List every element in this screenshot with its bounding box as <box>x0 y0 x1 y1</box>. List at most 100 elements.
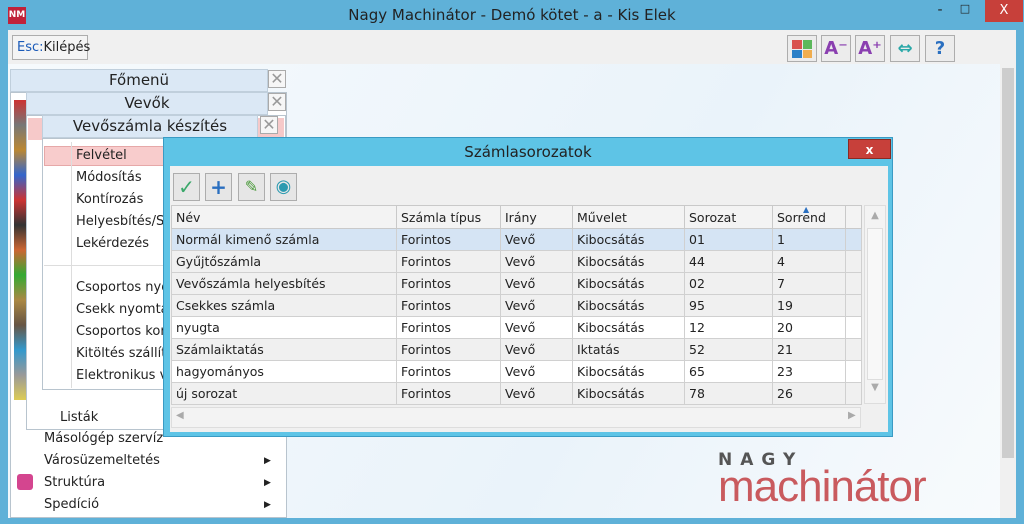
cell-type: Forintos <box>396 360 501 383</box>
add-button[interactable]: + <box>205 173 232 201</box>
cell-series: 65 <box>684 360 773 383</box>
cell-direction: Vevő <box>500 250 573 273</box>
col-sorrend[interactable]: ▲ Sorrend <box>772 205 846 229</box>
close-button[interactable]: X <box>985 0 1023 22</box>
table-vertical-scrollbar[interactable]: ▲ ▼ <box>864 205 886 404</box>
cell-direction: Vevő <box>500 228 573 251</box>
cell-name: új sorozat <box>171 382 397 405</box>
cell-type: Forintos <box>396 338 501 361</box>
cell-name: hagyományos <box>171 360 397 383</box>
submenu-elektronikus[interactable]: Elektronikus v <box>76 366 167 386</box>
menu-varosuzemeltetes[interactable]: Városüzemeltetés <box>44 450 160 472</box>
col-irany[interactable]: Irány <box>500 205 573 229</box>
scroll-up-icon[interactable]: ▲ <box>865 206 885 226</box>
cell-series: 95 <box>684 294 773 317</box>
cell-type: Forintos <box>396 272 501 295</box>
submenu-separator <box>44 265 164 266</box>
table-horizontal-scrollbar[interactable]: ◀ ▶ <box>171 407 861 428</box>
cell-name: nyugta <box>171 316 397 339</box>
scroll-down-icon[interactable]: ▼ <box>865 382 885 393</box>
cell-series: 78 <box>684 382 773 405</box>
submenu-kontirozas[interactable]: Kontírozás <box>76 190 143 210</box>
cell-order: 26 <box>772 382 846 405</box>
cell-filler <box>845 316 862 339</box>
cell-direction: Vevő <box>500 382 573 405</box>
font-decrease-button[interactable]: A⁻ <box>821 35 851 62</box>
col-sorozat[interactable]: Sorozat <box>684 205 773 229</box>
table-row[interactable]: hagyományos Forintos Vevő Kibocsátás 65 23 <box>171 360 862 383</box>
col-sorrend-label: Sorrend <box>777 209 826 225</box>
scroll-right-icon[interactable]: ▶ <box>848 410 856 421</box>
fomenu-header: Főmenü <box>10 69 268 92</box>
cell-series: 12 <box>684 316 773 339</box>
cell-operation: Kibocsátás <box>572 250 685 273</box>
cell-series: 02 <box>684 272 773 295</box>
menu-struktura[interactable]: Struktúra <box>44 472 105 494</box>
submenu-csoportos-kontirozas[interactable]: Csoportos kor <box>76 322 166 342</box>
col-szamla-tipus[interactable]: Számla típus <box>396 205 501 229</box>
menu-spedicio[interactable]: Spedíció <box>44 494 99 516</box>
cell-direction: Vevő <box>500 272 573 295</box>
submenu-modositas[interactable]: Módosítás <box>76 168 142 188</box>
fomenu-close-icon[interactable]: ✕ <box>268 70 286 88</box>
vevok-header: Vevők <box>26 92 268 115</box>
table-row[interactable]: Csekkes számla Forintos Vevő Kibocsátás 95 19 <box>171 294 862 317</box>
table-row[interactable]: új sorozat Forintos Vevő Kibocsátás 78 26 <box>171 382 862 405</box>
submenu-arrow-icon: ▶ <box>264 478 271 488</box>
cell-operation: Kibocsátás <box>572 382 685 405</box>
cell-filler <box>845 338 862 361</box>
view-button[interactable]: ◉ <box>270 173 297 201</box>
szamlasorozat-table: Név Számla típus Irány Művelet Sorozat ▲… <box>171 205 862 405</box>
minimize-button[interactable]: - <box>930 2 950 24</box>
submenu-kitoltes-szallitas[interactable]: Kitöltés szállít <box>76 344 166 364</box>
cell-order: 23 <box>772 360 846 383</box>
confirm-button[interactable]: ✓ <box>173 173 200 201</box>
cell-order: 1 <box>772 228 846 251</box>
submenu-csekk-nyomtatas[interactable]: Csekk nyomta <box>76 300 169 320</box>
color-scheme-button[interactable] <box>787 35 817 62</box>
brand-logo: NAGY machinátor <box>718 450 998 511</box>
submenu-csoportos-nyomtatas[interactable]: Csoportos nyo <box>76 278 169 298</box>
scroll-thumb[interactable] <box>867 228 883 380</box>
font-increase-button[interactable]: A⁺ <box>855 35 885 62</box>
submenu-felvetel[interactable]: Felvétel <box>76 146 127 166</box>
help-button[interactable]: ? <box>925 35 955 62</box>
scroll-left-icon[interactable]: ◀ <box>176 410 184 421</box>
dialog-title: Számlasorozatok <box>464 143 592 161</box>
cell-name: Gyűjtőszámla <box>171 250 397 273</box>
table-row[interactable]: Normál kimenő számla Forintos Vevő Kibocsát… <box>171 228 862 251</box>
menu-listak[interactable]: Listák <box>60 408 98 428</box>
edit-button[interactable]: ✎ <box>238 173 265 201</box>
maximize-button[interactable]: □ <box>955 2 975 24</box>
cell-direction: Vevő <box>500 316 573 339</box>
cell-filler <box>845 250 862 273</box>
exit-button[interactable]: Esc:Kilépés <box>12 35 91 60</box>
cell-name: Számlaiktatás <box>171 338 397 361</box>
submenu-helyesbites[interactable]: Helyesbítés/St <box>76 212 169 232</box>
col-nev[interactable]: Név <box>171 205 397 229</box>
table-row[interactable]: nyugta Forintos Vevő Kibocsátás 12 20 <box>171 316 862 339</box>
table-row[interactable]: Számlaiktatás Forintos Vevő Iktatás 52 21 <box>171 338 862 361</box>
cell-filler <box>845 382 862 405</box>
cell-type: Forintos <box>396 228 501 251</box>
resize-button[interactable]: ⇔ <box>890 35 920 62</box>
vevoszamla-header: Vevőszámla készítés <box>42 115 258 138</box>
table-row[interactable]: Vevőszámla helyesbítés Forintos Vevő Kibocs… <box>171 272 862 295</box>
submenu-lekerdezes[interactable]: Lekérdezés <box>76 234 149 254</box>
cell-direction: Vevő <box>500 294 573 317</box>
vevok-close-icon[interactable]: ✕ <box>268 93 286 111</box>
vevoszamla-close-icon[interactable]: ✕ <box>260 116 278 134</box>
table-row[interactable]: Gyűjtőszámla Forintos Vevő Kibocsátás 44 4 <box>171 250 862 273</box>
submenu-arrow-icon: ▶ <box>264 500 271 510</box>
col-filler <box>845 205 862 229</box>
cell-operation: Kibocsátás <box>572 294 685 317</box>
main-scrollbar-thumb[interactable] <box>1002 68 1014 458</box>
dialog-close-button[interactable]: x <box>848 139 891 159</box>
col-muvelet[interactable]: Művelet <box>572 205 685 229</box>
cell-filler <box>845 228 862 251</box>
exit-label: Kilépés <box>43 40 91 55</box>
menu-masologep-szerviz[interactable]: Másológép szervíz <box>44 428 163 450</box>
cell-series: 44 <box>684 250 773 273</box>
cell-order: 21 <box>772 338 846 361</box>
color-scheme-icon <box>792 40 812 58</box>
